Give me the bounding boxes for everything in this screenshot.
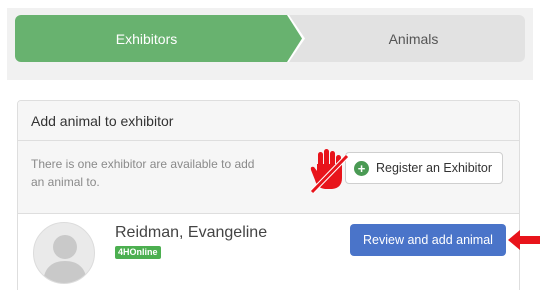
step-exhibitors-label: Exhibitors [115,30,178,47]
step-progress: Exhibitors Animals [15,15,525,62]
register-exhibitor-label: Register an Exhibitor [376,161,493,175]
hand-stop-crossed-icon [310,149,349,194]
step-animals[interactable]: Animals [302,15,525,62]
panel-title: Add animal to exhibitor [18,101,519,141]
register-exhibitor-button[interactable]: + Register an Exhibitor [345,152,503,184]
plus-circle-icon: + [354,160,369,176]
avatar [33,222,95,284]
info-text: There is one exhibitor are available to … [31,157,255,189]
add-animal-panel: Add animal to exhibitor There is one exh… [17,100,520,290]
user-silhouette-icon [43,235,87,283]
step-exhibitors[interactable]: Exhibitors [15,15,302,62]
exhibitor-row: Reidman, Evangeline 4HOnline Review and … [18,214,519,290]
review-and-add-animal-button[interactable]: Review and add animal [350,224,506,256]
step-animals-label: Animals [388,30,439,47]
exhibitor-name: Reidman, Evangeline [115,224,268,241]
left-arrow-icon [508,230,540,250]
status-badge: 4HOnline [115,246,161,259]
